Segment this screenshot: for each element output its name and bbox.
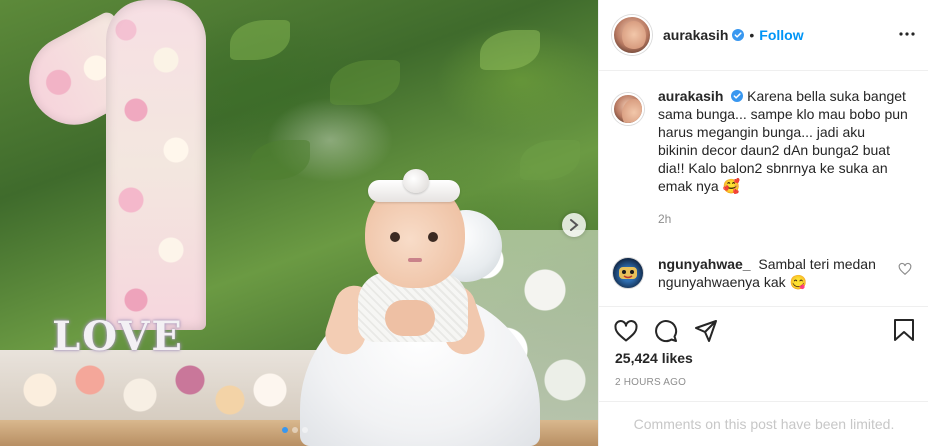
avatar-mascot-icon [619,267,637,279]
caption-time[interactable]: 2h [658,210,908,228]
flower-numeral-one [13,0,206,330]
carousel-dot [282,427,288,433]
leaf-decor [250,140,310,180]
post-photo[interactable]: LOVE [0,0,598,446]
comment-icon [655,320,678,343]
more-horizontal-icon [899,32,915,36]
share-icon [695,320,717,342]
chevron-right-icon [570,219,579,231]
caption-comment: aurakasih Karena bella suka banget sama … [612,87,908,228]
follow-button[interactable]: Follow [759,27,803,43]
avatar[interactable] [612,15,652,55]
leaf-decor [330,60,400,105]
numeral-stem [106,0,206,330]
baby-mouth [408,258,422,262]
post-header: aurakasih • Follow [599,0,928,71]
comment-like-button[interactable] [898,262,912,276]
love-sign: LOVE [52,312,184,360]
save-button[interactable] [893,318,919,344]
comment-username[interactable]: ngunyahwae_ [658,256,751,272]
comments-section: aurakasih Karena bella suka banget sama … [599,71,928,306]
heart-icon [898,262,912,276]
likes-count[interactable]: 25,424 likes [615,350,693,366]
leaf-decor [520,140,580,180]
headband-knot [403,169,429,193]
avatar[interactable] [612,93,644,125]
caption-username[interactable]: aurakasih [658,88,723,104]
caption-text-block: aurakasih Karena bella suka banget sama … [658,87,908,195]
carousel-dot [292,427,298,433]
baby-eye [428,232,438,242]
carousel-next-button[interactable] [562,213,586,237]
header-separator: • [749,27,755,43]
heart-icon [614,320,638,342]
comments-limited-notice: Comments on this post have been limited. [599,401,928,446]
verified-badge-icon [731,90,744,102]
comment-item: ngunyahwae_ Sambal teri medan ngunyahwae… [612,255,908,291]
comment-button[interactable] [653,318,679,344]
more-options-button[interactable] [897,24,917,44]
bookmark-icon [894,319,914,341]
like-button[interactable] [613,318,639,344]
comment-body: ngunyahwae_ Sambal teri medan ngunyahwae… [658,255,908,291]
carousel-dots [282,427,308,433]
post-actions [599,306,928,355]
header-username[interactable]: aurakasih [663,27,728,43]
leaf-decor [230,20,290,60]
post-side-panel: aurakasih • Follow aurakasih Karena bell… [598,0,928,446]
verified-badge-icon [732,29,745,41]
post-timestamp[interactable]: 2 HOURS AGO [615,377,686,388]
share-button[interactable] [693,318,719,344]
leaf-decor [480,30,540,70]
carousel-dot [302,427,308,433]
baby-eye [390,232,400,242]
caption-body: aurakasih Karena bella suka banget sama … [658,87,908,228]
avatar[interactable] [612,257,644,289]
baby-hands [385,300,435,336]
